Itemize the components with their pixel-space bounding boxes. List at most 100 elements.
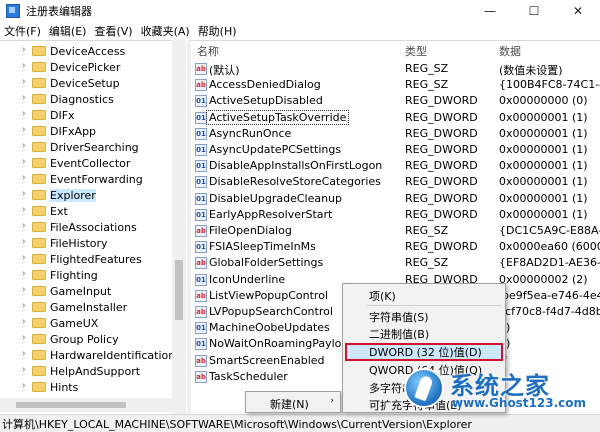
value-row[interactable]: abFileOpenDialog REG_SZ {DC1C5A9C-E88A-4dd <box>191 223 600 239</box>
expand-chevron-icon[interactable]: › <box>22 77 26 87</box>
folder-icon <box>32 142 46 152</box>
submenu-item[interactable]: 二进制值(B) <box>369 326 429 342</box>
tree-item-label: DevicePicker <box>50 60 121 74</box>
tree-item[interactable]: › Flighting <box>0 267 172 283</box>
value-name: DisableAppInstallsOnFirstLogon <box>209 159 383 173</box>
tree-item[interactable]: › GameInstaller <box>0 299 172 315</box>
tree-item-label: Flighting <box>50 268 98 282</box>
expand-chevron-icon[interactable]: › <box>22 333 26 343</box>
tree-hscroll-thumb[interactable] <box>16 402 126 408</box>
value-data: {100B4FC8-74C1-470F <box>499 78 600 92</box>
registry-tree[interactable]: › DeviceAccess › DevicePicker › DeviceSetup › D… <box>0 40 186 414</box>
value-row[interactable]: 01 ActiveSetupTaskOverride REG_DWORD 0x0000… <box>191 109 600 126</box>
value-type: REG_DWORD <box>405 94 478 108</box>
column-header-name[interactable]: 名称 <box>197 43 219 59</box>
column-header-type[interactable]: 类型 <box>405 43 427 59</box>
maximize-button[interactable]: ☐ <box>512 0 556 22</box>
expand-chevron-icon[interactable]: › <box>22 109 26 119</box>
expand-chevron-icon[interactable]: › <box>22 349 26 359</box>
tree-item[interactable]: › Group Policy <box>0 331 172 347</box>
minimize-button[interactable]: — <box>468 0 512 22</box>
expand-chevron-icon[interactable]: › <box>22 61 26 71</box>
tree-item[interactable]: › Hints <box>0 379 172 395</box>
string-value-icon: ab <box>195 289 207 302</box>
close-button[interactable]: ✕ <box>556 0 600 22</box>
tree-item[interactable]: › HelpAndSupport <box>0 363 172 379</box>
value-row[interactable]: 01 EarlyAppResolverStart REG_DWORD 0x000000… <box>191 207 600 223</box>
menu-edit[interactable]: 编辑(E) <box>45 23 91 39</box>
expand-chevron-icon[interactable]: › <box>22 237 26 247</box>
value-type: REG_DWORD <box>405 159 478 173</box>
tree-item[interactable]: › Ext <box>0 203 172 219</box>
value-name: NoWaitOnRoamingPayloads <box>209 337 361 351</box>
folder-icon <box>32 190 46 200</box>
submenu-item[interactable]: 字符串值(S) <box>369 309 429 325</box>
title-bar: 注册表编辑器 — ☐ ✕ <box>0 0 600 22</box>
value-name: AsyncUpdatePCSettings <box>209 143 342 156</box>
value-row[interactable]: ab GlobalFolderSettings REG_SZ {EF8AD2D1-AE… <box>191 255 600 271</box>
expand-chevron-icon[interactable]: › <box>22 205 26 215</box>
expand-chevron-icon[interactable]: › <box>22 189 26 199</box>
expand-chevron-icon[interactable]: › <box>22 365 26 375</box>
expand-chevron-icon[interactable]: › <box>22 173 26 183</box>
value-row[interactable]: 01 FSIASleepTimeInMs REG_DWORD 0x0000ea60 (… <box>191 239 600 255</box>
folder-icon <box>32 318 46 328</box>
expand-chevron-icon[interactable]: › <box>22 269 26 279</box>
tree-item-label: DIFxApp <box>50 124 97 138</box>
expand-chevron-icon[interactable]: › <box>22 45 26 55</box>
folder-icon <box>32 382 46 392</box>
submenu-item[interactable]: DWORD (32 位)值(D) <box>369 344 482 360</box>
tree-item[interactable]: › FileHistory <box>0 235 172 251</box>
tree-item[interactable]: › GameInput <box>0 283 172 299</box>
tree-item[interactable]: › Diagnostics <box>0 91 172 107</box>
value-row[interactable]: 01 DisableAppInstallsOnFirstLogon REG_DWOR… <box>191 158 600 174</box>
value-row[interactable]: ab (默认) REG_SZ (数值未设置) <box>191 61 600 77</box>
string-value-icon: ab <box>195 79 207 92</box>
expand-chevron-icon[interactable]: › <box>22 141 26 151</box>
tree-item[interactable]: › DevicePicker <box>0 59 172 75</box>
tree-item[interactable]: › DIFxApp <box>0 123 172 139</box>
tree-item-label: Group Policy <box>50 332 119 346</box>
menu-bar: 文件(F) 编辑(E) 查看(V) 收藏夹(A) 帮助(H) <box>0 22 600 40</box>
value-row[interactable]: 01 DisableResolveStoreCategories REG_DWORD… <box>191 174 600 190</box>
submenu-item[interactable]: 项(K) <box>369 288 396 304</box>
tree-item[interactable]: › HardwareIdentification <box>0 347 175 363</box>
column-header-data[interactable]: 数据 <box>499 43 521 59</box>
menu-file[interactable]: 文件(F) <box>0 23 45 39</box>
tree-item[interactable]: › EventCollector <box>0 155 172 171</box>
value-row[interactable]: 01 AsyncRunOnce REG_DWORD 0x00000001 (1) <box>191 126 600 142</box>
expand-chevron-icon[interactable]: › <box>22 317 26 327</box>
expand-chevron-icon[interactable]: › <box>22 221 26 231</box>
expand-chevron-icon[interactable]: › <box>22 381 26 391</box>
folder-icon <box>32 94 46 104</box>
value-row[interactable]: 01 ActiveSetupDisabled REG_DWORD 0x00000000… <box>191 93 600 109</box>
value-name: TaskScheduler <box>209 369 288 383</box>
tree-item[interactable]: › DriverSearching <box>0 139 172 155</box>
menu-view[interactable]: 查看(V) <box>90 23 136 39</box>
menu-favorites[interactable]: 收藏夹(A) <box>137 23 194 39</box>
expand-chevron-icon[interactable]: › <box>22 253 26 263</box>
menu-help[interactable]: 帮助(H) <box>194 23 241 39</box>
tree-item[interactable]: › Explorer <box>0 187 172 203</box>
tree-item[interactable]: › DeviceSetup <box>0 75 172 91</box>
expand-chevron-icon[interactable]: › <box>22 125 26 135</box>
context-menu-new[interactable]: 新建(N) <box>270 396 309 412</box>
value-row[interactable]: 01 DisableUpgradeCleanup REG_DWORD 0x000000… <box>191 191 600 207</box>
tree-item[interactable]: › EventForwarding <box>0 171 172 187</box>
tree-item[interactable]: › DIFx <box>0 107 172 123</box>
expand-chevron-icon[interactable]: › <box>22 285 26 295</box>
tree-item[interactable]: › FileAssociations <box>0 219 172 235</box>
expand-chevron-icon[interactable]: › <box>22 301 26 311</box>
tree-item[interactable]: › DeviceAccess <box>0 43 172 59</box>
tree-horizontal-scrollbar[interactable] <box>0 398 172 412</box>
expand-chevron-icon[interactable]: › <box>22 157 26 167</box>
tree-item[interactable]: › GameUX <box>0 315 172 331</box>
value-row[interactable]: ab AccessDeniedDialog REG_SZ {100B4FC8-74C1… <box>191 77 600 93</box>
tree-item[interactable]: › FlightedFeatures <box>0 251 172 267</box>
tree-scroll-thumb[interactable] <box>175 260 183 320</box>
expand-chevron-icon[interactable]: › <box>22 93 26 103</box>
tree-item-label: FileAssociations <box>50 220 137 234</box>
tree-vertical-scrollbar[interactable] <box>172 40 186 414</box>
string-value-icon: ab <box>195 63 207 75</box>
value-row[interactable]: 01 AsyncUpdatePCSettings REG_DWORD 0x000000… <box>191 142 600 158</box>
